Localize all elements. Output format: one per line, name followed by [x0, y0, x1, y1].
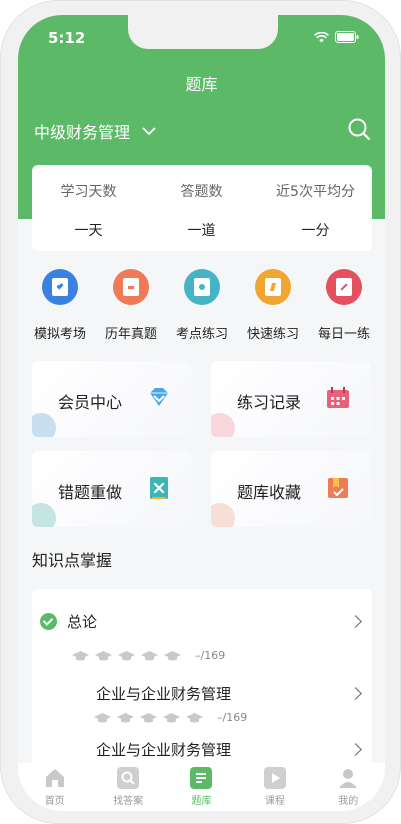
exam-icon	[42, 269, 78, 305]
graduation-cap-icon	[117, 712, 134, 722]
decoration	[211, 503, 235, 527]
stat-average-score: 近5次平均分 一分	[259, 165, 372, 251]
daily-pencil-icon	[326, 269, 362, 305]
section-title-knowledge: 知识点掌握	[32, 551, 113, 570]
decoration	[211, 413, 235, 437]
quick-entry-label: 快速练习	[246, 327, 299, 342]
quick-entry-daily-practice[interactable]: 每日一练	[308, 269, 380, 342]
mastery-caps: –/169	[72, 649, 225, 662]
tab-label: 我的	[338, 796, 359, 807]
tab-courses[interactable]: 课程	[238, 763, 311, 811]
bottom-tab-bar: 首页 找答案 题库 课程 我的	[18, 763, 385, 811]
key-point-icon	[184, 269, 220, 305]
decoration	[32, 503, 56, 527]
feature-card-label: 错题重做	[58, 483, 123, 502]
tab-label: 题库	[191, 796, 212, 807]
tab-home[interactable]: 首页	[18, 763, 91, 811]
graduation-cap-icon	[118, 650, 135, 660]
chapter-progress: –/169	[195, 649, 226, 662]
lightning-icon	[255, 269, 291, 305]
decoration	[32, 413, 56, 437]
chevron-right-icon[interactable]	[349, 687, 362, 700]
stat-label: 近5次平均分	[276, 184, 355, 200]
subject-label: 中级财务管理	[34, 123, 131, 142]
feature-card-practice-record[interactable]: 练习记录	[211, 361, 371, 437]
study-stats-card: 学习天数 一天 答题数 一道 近5次平均分 一分	[32, 165, 372, 251]
quick-entry-past-papers[interactable]: 历年真题	[95, 269, 167, 342]
quick-entry-fast-practice[interactable]: 快速练习	[237, 269, 309, 342]
quick-entry-label: 历年真题	[104, 327, 157, 342]
quick-entry-label: 每日一练	[317, 327, 370, 342]
graduation-cap-icon	[72, 650, 89, 660]
stat-study-days: 学习天数 一天	[32, 165, 145, 251]
quick-entry-key-points[interactable]: 考点练习	[166, 269, 238, 342]
status-icons	[314, 31, 359, 43]
tab-label: 找答案	[113, 796, 144, 807]
collection-icon	[328, 478, 348, 498]
question-bank-icon	[190, 767, 213, 789]
quick-entry-mock-exam[interactable]: 模拟考场	[24, 269, 96, 342]
stat-value: 一分	[301, 223, 330, 239]
graduation-cap-icon	[164, 650, 181, 660]
feature-card-collection[interactable]: 题库收藏	[211, 451, 371, 527]
battery-icon	[335, 31, 359, 43]
lesson-name[interactable]: 企业与企业财务管理	[96, 683, 231, 704]
quick-entry-label: 考点练习	[175, 327, 228, 342]
home-icon	[44, 767, 66, 789]
search-icon[interactable]	[347, 117, 371, 141]
status-time: 5:12	[48, 29, 86, 47]
chapter-row[interactable]: 总论	[40, 611, 97, 632]
graduation-cap-icon	[163, 712, 180, 722]
subject-selector[interactable]: 中级财务管理	[34, 119, 156, 143]
stat-label: 答题数	[180, 184, 223, 200]
quick-entry-label: 模拟考场	[33, 327, 86, 342]
lesson-progress: –/169	[217, 711, 248, 724]
wrong-book-icon	[150, 477, 168, 499]
past-paper-icon	[113, 269, 149, 305]
graduation-cap-icon	[140, 712, 157, 722]
tab-label: 课程	[264, 796, 285, 807]
stat-value: 一道	[187, 223, 216, 239]
feature-card-label: 练习记录	[237, 393, 302, 412]
chapter-name: 总论	[67, 613, 98, 631]
check-circle-icon	[40, 613, 57, 630]
graduation-cap-icon	[141, 650, 158, 660]
wifi-icon	[314, 31, 329, 42]
tab-profile[interactable]: 我的	[312, 763, 385, 811]
feature-card-membership[interactable]: 会员中心	[32, 361, 192, 437]
app-screen: 5:12 题库 中级财务管理 学习天数 一天 答题数 一道 近5次平均分 一分 …	[18, 15, 385, 811]
tab-find-answers[interactable]: 找答案	[91, 763, 164, 811]
feature-card-label: 会员中心	[58, 393, 123, 412]
tab-question-bank[interactable]: 题库	[165, 763, 238, 811]
chevron-down-icon	[142, 126, 156, 135]
feature-card-label: 题库收藏	[237, 483, 302, 502]
device-notch	[128, 15, 278, 49]
diamond-icon	[150, 388, 168, 406]
search-answer-icon	[117, 767, 140, 789]
stat-value: 一天	[74, 223, 103, 239]
chevron-right-icon[interactable]	[349, 615, 362, 628]
knowledge-list: 总论 –/169 企业与企业财务管理 –/169 企业与企业财务管理	[32, 589, 372, 789]
graduation-cap-icon	[95, 650, 112, 660]
phone-frame: 5:12 题库 中级财务管理 学习天数 一天 答题数 一道 近5次平均分 一分 …	[0, 0, 401, 824]
mastery-caps: –/169	[94, 711, 247, 724]
video-course-icon	[263, 767, 286, 789]
page-title: 题库	[185, 75, 218, 94]
profile-icon	[337, 767, 359, 789]
feature-card-wrong-questions[interactable]: 错题重做	[32, 451, 192, 527]
graduation-cap-icon	[94, 712, 111, 722]
lesson-name[interactable]: 企业与企业财务管理	[96, 739, 231, 760]
chevron-right-icon[interactable]	[349, 743, 362, 756]
tab-label: 首页	[44, 796, 65, 807]
stat-answered: 答题数 一道	[145, 165, 258, 251]
stat-label: 学习天数	[60, 184, 117, 200]
graduation-cap-icon	[186, 712, 203, 722]
calendar-icon	[327, 387, 349, 408]
